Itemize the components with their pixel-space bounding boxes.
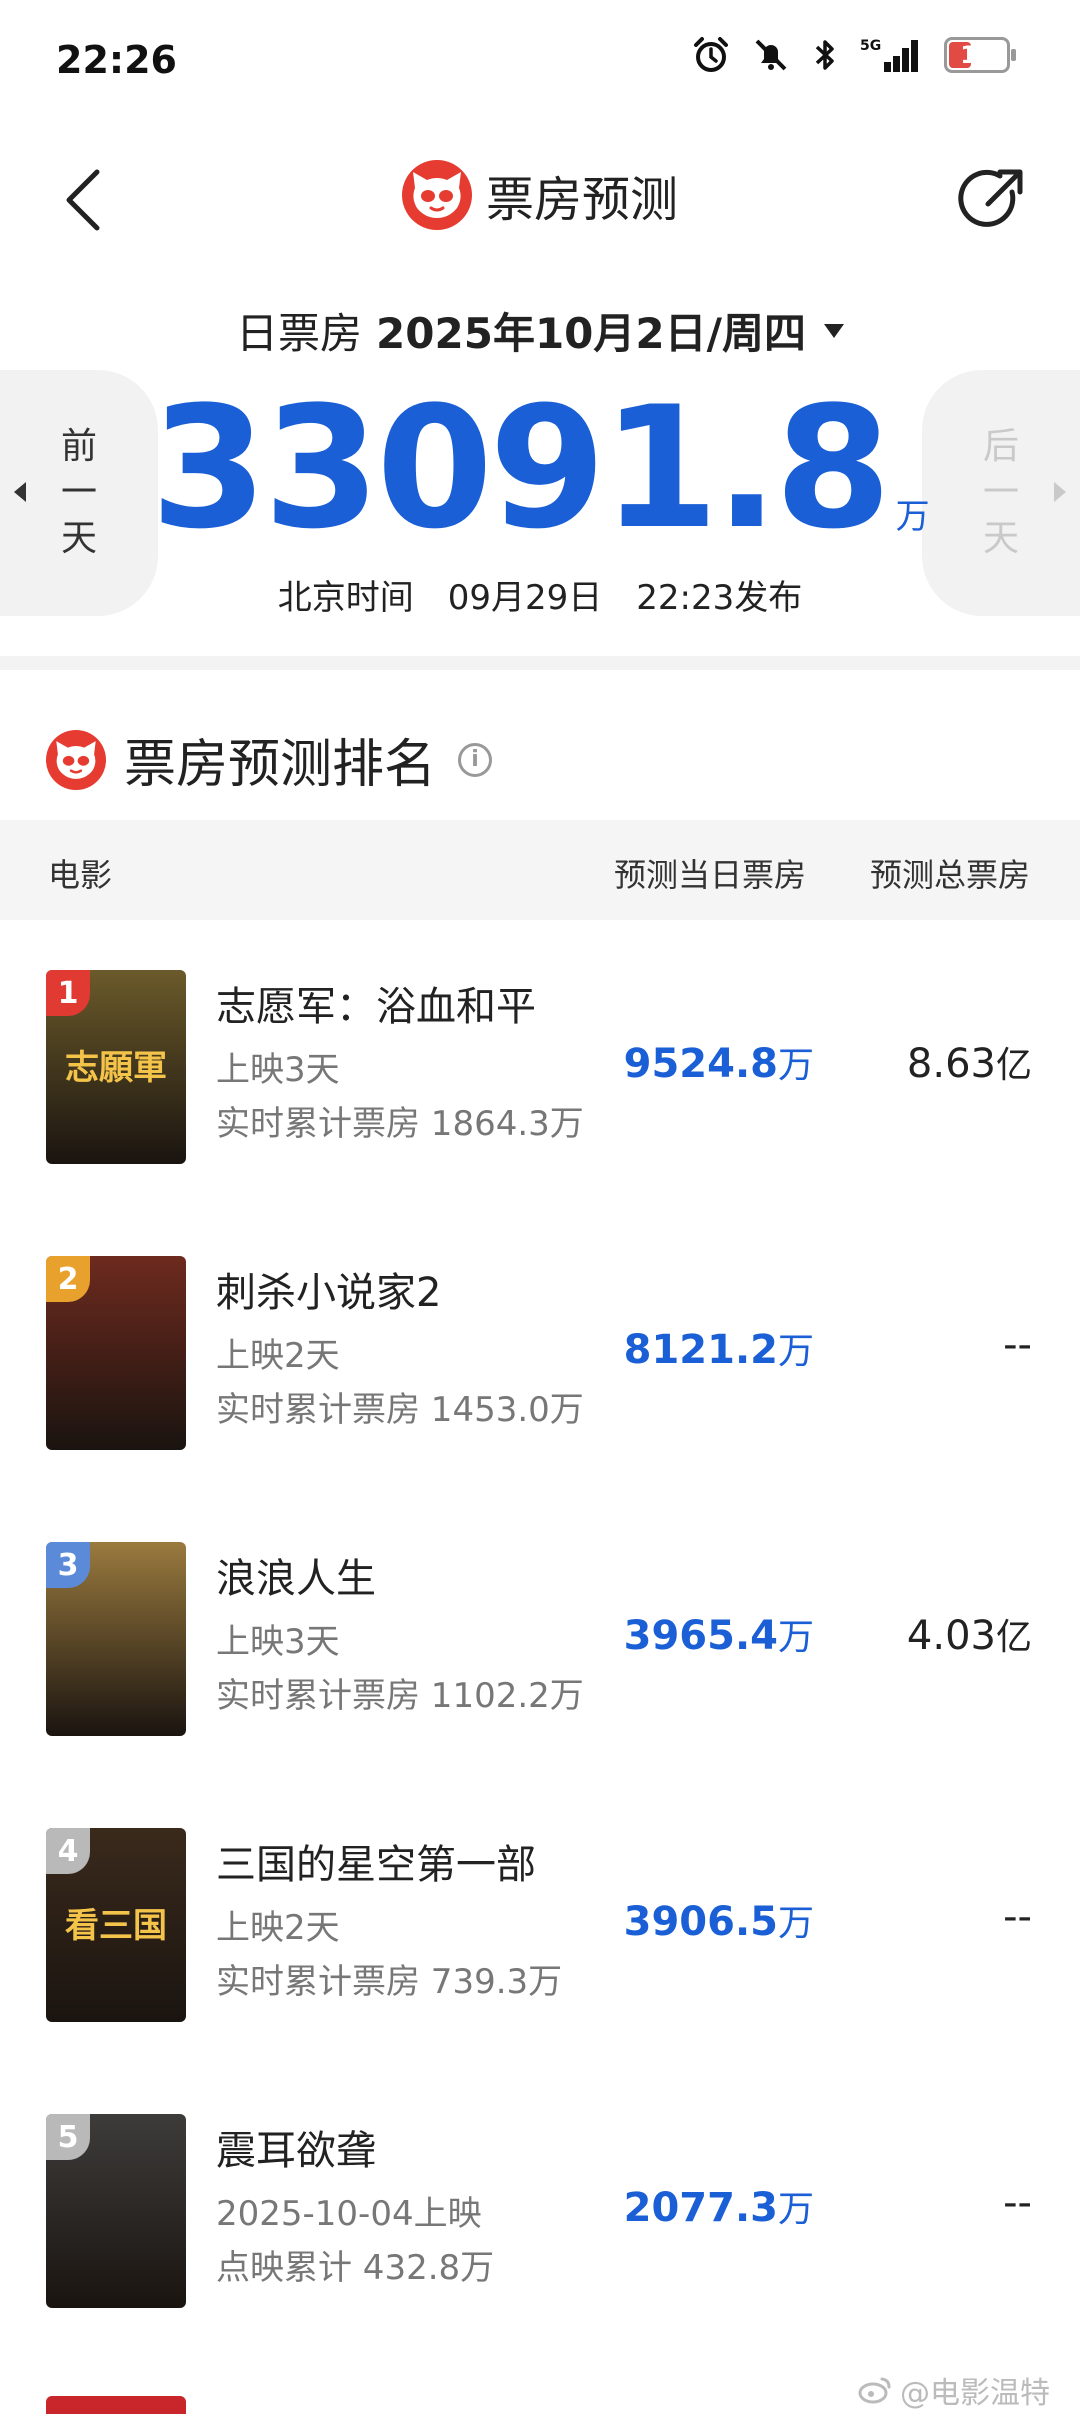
total-forecast-cell-value: 8.63 (906, 1041, 996, 1087)
day-forecast: 2077.3万 (624, 2180, 814, 2232)
movie-name[interactable]: 震耳欲聋 (216, 2118, 376, 2176)
weibo-icon (858, 2377, 891, 2404)
total-forecast-cell-value: -- (1003, 1894, 1032, 1940)
column-day-forecast: 预测当日票房 (614, 856, 807, 894)
movie-release-info: 上映2天 (216, 1908, 340, 1948)
day-forecast: 3965.4万 (624, 1608, 814, 1660)
header-center: 票房预测 (0, 160, 1080, 230)
mute-bell-icon (755, 39, 787, 71)
total-forecast-cell: -- (1003, 1894, 1032, 1940)
signal-5g-icon: 5G (860, 38, 918, 72)
header: 票房预测 (0, 140, 1080, 260)
date-selector[interactable]: 日票房 2025年10月2日/周四 (0, 300, 1080, 361)
movie-release-info: 上映3天 (216, 1050, 340, 1090)
info-icon[interactable]: i (458, 742, 493, 777)
day-forecast-unit: 万 (777, 1045, 814, 1086)
publish-time: 北京时间 09月29日 22:23发布 (277, 578, 803, 618)
day-forecast-value: 3906.5 (623, 1899, 778, 1945)
total-forecast-cell: -- (1003, 1322, 1032, 1368)
day-forecast-value: 9524.8 (623, 1041, 778, 1087)
day-forecast: 8121.2万 (624, 1322, 814, 1374)
total-forecast-cell-value: -- (1003, 2180, 1032, 2226)
alarm-icon (694, 37, 728, 72)
movie-poster[interactable]: 5 (46, 2114, 186, 2308)
status-bar: 22:26 5G 17 (0, 0, 1080, 120)
rank-badge: 2 (46, 1256, 90, 1302)
bluetooth-icon (815, 40, 834, 70)
movie-name[interactable]: 刺杀小说家2 (216, 1260, 441, 1318)
status-icons: 5G 17 (692, 36, 1016, 74)
maoyan-logo-icon (46, 729, 106, 790)
page-title: 票房预测 (485, 172, 678, 228)
movie-cumulative-box: 实时累计票房 1453.0万 (216, 1390, 584, 1430)
battery-icon: 17 (944, 37, 1016, 73)
movie-name[interactable]: 志愿军：浴血和平 (216, 974, 536, 1032)
table-row[interactable]: 志願軍 1 志愿军：浴血和平上映3天实时累计票房 1864.3万 9524.8万 8.6… (0, 924, 1080, 1210)
movie-name[interactable]: 三国的星空第一部 (216, 1832, 536, 1890)
movie-poster[interactable]: 2 (46, 1256, 186, 1450)
table-row[interactable]: 看三国 4 三国的星空第一部上映2天实时累计票房 739.3万 3906.5万 -- (0, 1782, 1080, 2068)
poster-title: 看三国 (65, 1906, 167, 1946)
total-forecast-cell-unit: 亿 (995, 1617, 1032, 1658)
status-time: 22:26 (56, 38, 177, 82)
total-forecast-cell-value: 4.03 (906, 1613, 996, 1659)
maoyan-logo-icon (401, 160, 472, 230)
day-forecast-unit: 万 (777, 2189, 814, 2230)
day-forecast-unit: 万 (777, 1617, 814, 1658)
total-forecast-cell: 4.03亿 (907, 1608, 1032, 1660)
movie-poster[interactable]: 志願軍 1 (46, 970, 186, 1164)
poster-title: 志願軍 (65, 1048, 167, 1088)
rank-badge: 4 (46, 1828, 90, 1874)
day-forecast-value: 2077.3 (623, 2185, 778, 2231)
day-forecast-unit: 万 (777, 1903, 814, 1944)
next-poster-peek (46, 2396, 186, 2414)
movie-release-info: 2025-10-04上映 (216, 2194, 482, 2234)
movie-poster[interactable]: 看三国 4 (46, 1828, 186, 2022)
day-forecast-value: 3965.4 (623, 1613, 778, 1659)
table-row[interactable]: 3 浪浪人生上映3天实时累计票房 1102.2万 3965.4万 4.03亿 (0, 1496, 1080, 1782)
day-forecast-unit: 万 (777, 1331, 814, 1372)
ranking-title: 票房预测排名 (124, 735, 437, 795)
ranking-header: 票房预测排名 i (46, 722, 493, 797)
day-forecast: 3906.5万 (624, 1894, 814, 1946)
movie-cumulative-box: 实时累计票房 739.3万 (216, 1962, 563, 2002)
movie-release-info: 上映2天 (216, 1336, 340, 1376)
date-value: 2025年10月2日/周四 (376, 309, 806, 358)
rank-badge: 3 (46, 1542, 90, 1588)
date-label: 日票房 (236, 309, 363, 358)
movie-name[interactable]: 浪浪人生 (216, 1546, 376, 1604)
share-icon (958, 169, 1023, 227)
total-forecast-cell: -- (1003, 2180, 1032, 2226)
rank-badge: 5 (46, 2114, 90, 2160)
total-forecast-value: 33091.8 (150, 370, 891, 566)
total-forecast: 33091.8 万 (0, 370, 1080, 566)
caret-down-icon (823, 323, 844, 338)
table-row[interactable]: 2 刺杀小说家2 上映2天实时累计票房 1453.0万 8121.2万 -- (0, 1210, 1080, 1496)
movie-cumulative-box: 实时累计票房 1102.2万 (216, 1676, 584, 1716)
watermark: @电影温特 (858, 2368, 1050, 2412)
total-forecast-cell: 8.63亿 (907, 1036, 1032, 1088)
table-header: 电影 预测当日票房 预测总票房 (0, 820, 1080, 920)
total-forecast-cell-value: -- (1003, 1322, 1032, 1368)
total-forecast-unit: 万 (895, 497, 930, 537)
svg-text:5G: 5G (860, 38, 881, 54)
movie-poster[interactable]: 3 (46, 1542, 186, 1736)
movie-release-info: 上映3天 (216, 1622, 340, 1662)
column-total-forecast: 预测总票房 (869, 856, 1030, 894)
total-forecast-cell-unit: 亿 (995, 1045, 1032, 1086)
share-button[interactable] (954, 162, 1030, 238)
table-row[interactable]: 5 震耳欲聋 2025-10-04上映 点映累计 432.8万 2077.3万 -- (0, 2068, 1080, 2354)
movie-cumulative-box: 点映累计 432.8万 (216, 2248, 495, 2288)
day-forecast-value: 8121.2 (623, 1327, 778, 1373)
day-forecast: 9524.8万 (624, 1036, 814, 1088)
movie-cumulative-box: 实时累计票房 1864.3万 (216, 1104, 584, 1144)
rank-badge: 1 (46, 970, 90, 1016)
section-divider (0, 656, 1080, 670)
column-movie: 电影 (48, 856, 113, 894)
battery-level: 17 (960, 41, 994, 69)
watermark-text: @电影温特 (900, 2376, 1050, 2411)
